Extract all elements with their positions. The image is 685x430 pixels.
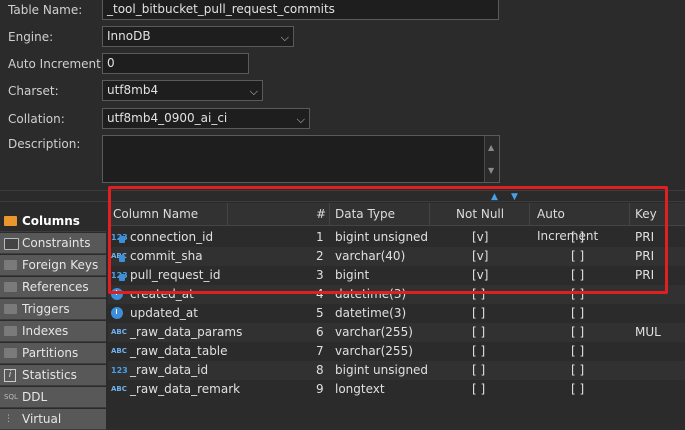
cell-key: MUL xyxy=(635,325,661,339)
cell-not-null[interactable]: [ ] xyxy=(472,342,485,361)
auto-increment-label: Auto Increment: xyxy=(8,57,105,71)
cell-data-type: varchar(255) xyxy=(335,325,413,339)
cell-data-type: longtext xyxy=(335,382,385,396)
description-scrollbar[interactable]: ▲ ▼ xyxy=(484,136,499,182)
cell-column-name: _raw_data_id xyxy=(130,363,209,377)
engine-select[interactable]: InnoDB ⌵ xyxy=(102,26,294,47)
text-type-icon: ABC xyxy=(111,328,127,336)
sidebar-item-columns[interactable]: Columns xyxy=(0,211,106,232)
sidebar-item-foreign-keys[interactable]: Foreign Keys xyxy=(0,255,106,276)
cell-number: 8 xyxy=(316,363,324,377)
table-name-input[interactable]: _tool_bitbucket_pull_request_commits xyxy=(102,0,499,20)
charset-select[interactable]: utf8mb4 ⌵ xyxy=(102,80,263,101)
chevron-down-icon: ⌵ xyxy=(280,31,289,44)
cell-number: 7 xyxy=(316,344,324,358)
sidebar-item-label: Partitions xyxy=(22,346,79,360)
cell-column-name: _raw_data_remark xyxy=(130,382,241,396)
properties-sidebar: Columns Constraints Foreign Keys Referen… xyxy=(0,211,106,430)
table-name-label: Table Name: xyxy=(8,3,83,17)
sidebar-item-virtual[interactable]: ⋮ Virtual xyxy=(0,409,106,430)
cell-column-name: _raw_data_params xyxy=(130,325,243,339)
sidebar-item-label: Statistics xyxy=(22,368,77,382)
engine-value: InnoDB xyxy=(107,29,151,43)
cell-auto-increment[interactable]: [ ] xyxy=(571,342,584,361)
table-row[interactable]: ABC _raw_data_params 6 varchar(255) [ ] … xyxy=(108,323,685,342)
sidebar-item-label: Columns xyxy=(22,214,80,228)
charset-label: Charset: xyxy=(8,84,59,98)
folder-icon xyxy=(4,260,17,270)
sidebar-item-indexes[interactable]: Indexes xyxy=(0,321,106,342)
sidebar-item-label: References xyxy=(22,280,89,294)
sidebar-item-statistics[interactable]: i Statistics xyxy=(0,365,106,386)
chevron-down-icon: ⌵ xyxy=(249,85,258,98)
cell-number: 6 xyxy=(316,325,324,339)
cell-number: 5 xyxy=(316,306,324,320)
collation-label: Collation: xyxy=(8,112,65,126)
table-row[interactable]: ABC _raw_data_remark 9 longtext [ ] [ ] xyxy=(108,380,685,399)
sidebar-item-label: Triggers xyxy=(22,302,70,316)
cell-data-type: datetime(3) xyxy=(335,306,407,320)
table-row[interactable]: ABC _raw_data_table 7 varchar(255) [ ] [… xyxy=(108,342,685,361)
sidebar-item-partitions[interactable]: Partitions xyxy=(0,343,106,364)
charset-value: utf8mb4 xyxy=(107,83,159,97)
description-textarea[interactable]: ▲ ▼ xyxy=(102,135,500,183)
scroll-up-icon[interactable]: ▲ xyxy=(488,139,494,156)
highlight-box xyxy=(108,186,668,294)
sidebar-item-label: Foreign Keys xyxy=(22,258,99,272)
constraints-icon xyxy=(4,238,19,250)
collation-select[interactable]: utf8mb4_0900_ai_ci ⌵ xyxy=(102,108,310,129)
cell-data-type: bigint unsigned xyxy=(335,363,429,377)
cell-column-name: _raw_data_table xyxy=(130,344,228,358)
folder-icon xyxy=(4,304,17,314)
table-row[interactable]: updated_at 5 datetime(3) [ ] [ ] xyxy=(108,304,685,323)
sidebar-item-label: DDL xyxy=(22,390,48,404)
text-type-icon: ABC xyxy=(111,347,127,355)
cell-column-name: updated_at xyxy=(130,306,198,320)
virtual-icon: ⋮ xyxy=(4,414,13,424)
info-icon: i xyxy=(4,369,16,382)
folder-icon xyxy=(4,348,17,358)
text-type-icon: ABC xyxy=(111,385,127,393)
cell-not-null[interactable]: [ ] xyxy=(472,304,485,323)
cell-auto-increment[interactable]: [ ] xyxy=(571,361,584,380)
chevron-down-icon: ⌵ xyxy=(296,113,305,126)
engine-label: Engine: xyxy=(8,30,54,44)
cell-not-null[interactable]: [ ] xyxy=(472,380,485,399)
folder-icon xyxy=(4,216,17,226)
clock-icon xyxy=(111,307,123,319)
collation-value: utf8mb4_0900_ai_ci xyxy=(107,111,228,125)
cell-auto-increment[interactable]: [ ] xyxy=(571,380,584,399)
cell-auto-increment[interactable]: [ ] xyxy=(571,323,584,342)
folder-icon xyxy=(4,282,17,292)
cell-not-null[interactable]: [ ] xyxy=(472,361,485,380)
cell-auto-increment[interactable]: [ ] xyxy=(571,304,584,323)
sidebar-item-ddl[interactable]: SQL DDL xyxy=(0,387,106,408)
cell-data-type: varchar(255) xyxy=(335,344,413,358)
scroll-down-icon[interactable]: ▼ xyxy=(488,162,494,179)
folder-icon xyxy=(4,326,17,336)
cell-number: 9 xyxy=(316,382,324,396)
sidebar-item-references[interactable]: References xyxy=(0,277,106,298)
table-row[interactable]: 123 _raw_data_id 8 bigint unsigned [ ] [… xyxy=(108,361,685,380)
sidebar-item-label: Indexes xyxy=(22,324,69,338)
description-label: Description: xyxy=(8,137,81,151)
ddl-icon: SQL xyxy=(4,393,18,401)
sidebar-item-label: Constraints xyxy=(22,236,91,250)
sidebar-item-label: Virtual xyxy=(22,412,62,426)
cell-not-null[interactable]: [ ] xyxy=(472,323,485,342)
sidebar-item-triggers[interactable]: Triggers xyxy=(0,299,106,320)
numeric-type-icon: 123 xyxy=(111,366,128,375)
sidebar-item-constraints[interactable]: Constraints xyxy=(0,233,106,254)
auto-increment-input[interactable]: 0 xyxy=(102,53,249,74)
